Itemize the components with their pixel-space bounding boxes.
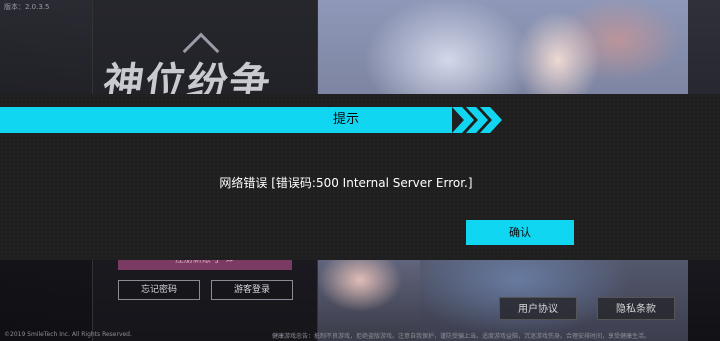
guest-login-button[interactable]: 游客登录 — [211, 280, 293, 300]
copyright-text: ©2019 SmileTech Inc. All Rights Reserved… — [4, 331, 132, 338]
error-dialog: 提示 网络错误 [错误码:500 Internal Server Error.]… — [0, 94, 720, 260]
health-notice-text: 健康游戏忠告：抵制不良游戏，拒绝盗版游戏。注意自我保护，谨防受骗上当。适度游戏益… — [272, 333, 651, 340]
dialog-message: 网络错误 [错误码:500 Internal Server Error.] — [219, 176, 473, 190]
dialog-title: 提示 — [332, 112, 359, 127]
privacy-policy-button[interactable]: 隐私条款 — [597, 297, 675, 320]
user-agreement-button[interactable]: 用户协议 — [499, 297, 577, 320]
version-label: 版本：2.0.3.5 — [4, 3, 50, 11]
confirm-button[interactable]: 确认 — [466, 220, 574, 245]
forgot-password-button[interactable]: 忘记密码 — [118, 280, 200, 300]
